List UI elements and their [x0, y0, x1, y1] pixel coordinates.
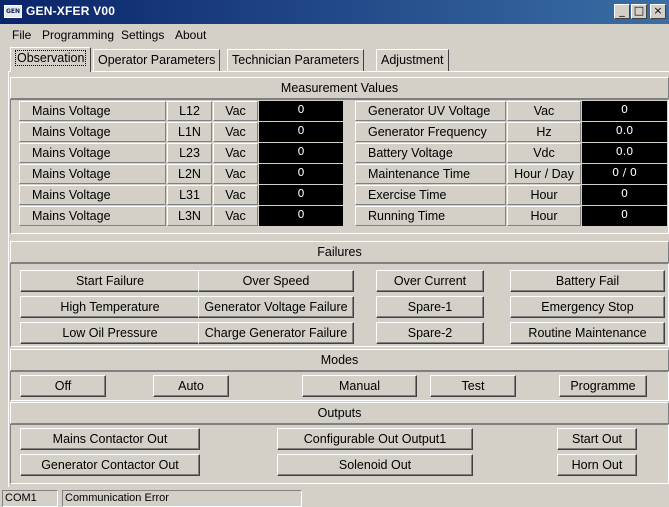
measurement-unit: Hz — [507, 122, 581, 142]
modes-section-title: Modes — [10, 349, 669, 371]
measurement-unit: Vac — [213, 206, 258, 226]
window-title: GEN-XFER V00 — [26, 4, 116, 18]
measurement-name: Generator UV Voltage — [355, 101, 506, 121]
mode-button[interactable]: Programme — [559, 375, 647, 397]
output-indicator: Generator Contactor Out — [20, 454, 200, 476]
tab-operator-parameters-label: Operator Parameters — [98, 53, 216, 67]
tab-adjustment[interactable]: Adjustment — [376, 49, 449, 71]
measurement-name: Maintenance Time — [355, 164, 506, 184]
outputs-section-title: Outputs — [10, 402, 669, 424]
tab-operator-parameters[interactable]: Operator Parameters — [93, 49, 221, 71]
failure-indicator: Battery Fail — [510, 270, 665, 292]
measurement-name: Mains Voltage — [19, 185, 166, 205]
measurement-unit: Vac — [213, 164, 258, 184]
measurement-value: 0 — [582, 206, 667, 226]
mode-button[interactable]: Auto — [153, 375, 229, 397]
menu-programming[interactable]: Programming — [42, 28, 114, 42]
measurement-unit: Vac — [213, 143, 258, 163]
status-message: Communication Error — [62, 490, 302, 507]
measurement-phase: L3N — [167, 206, 212, 226]
measurement-value: 0 — [259, 164, 343, 184]
measurement-value: 0.0 — [582, 122, 667, 142]
minimize-button[interactable]: _ — [614, 4, 630, 19]
menu-about[interactable]: About — [175, 28, 206, 42]
failure-indicator: Charge Generator Failure — [198, 322, 354, 344]
failure-indicator: Spare-2 — [376, 322, 484, 344]
failure-indicator: Generator Voltage Failure — [198, 296, 354, 318]
measurement-phase: L2N — [167, 164, 212, 184]
measurement-name: Mains Voltage — [19, 164, 166, 184]
measurement-unit: Hour / Day — [507, 164, 581, 184]
measurement-value: 0 — [259, 143, 343, 163]
measurement-value: 0.0 — [582, 143, 667, 163]
measurement-value: 0 — [259, 185, 343, 205]
measurement-name: Battery Voltage — [355, 143, 506, 163]
measurement-phase: L23 — [167, 143, 212, 163]
output-indicator: Mains Contactor Out — [20, 428, 200, 450]
measurement-value: 0 / 0 — [582, 164, 667, 184]
status-port: COM1 — [2, 490, 58, 507]
measurement-value: 0 — [582, 101, 667, 121]
output-indicator: Horn Out — [557, 454, 637, 476]
failure-indicator: Routine Maintenance — [510, 322, 665, 344]
measurement-name: Mains Voltage — [19, 206, 166, 226]
output-indicator: Start Out — [557, 428, 637, 450]
menu-file[interactable]: File — [12, 28, 31, 42]
failure-indicator: Emergency Stop — [510, 296, 665, 318]
measurement-name: Generator Frequency — [355, 122, 506, 142]
measurement-phase: L31 — [167, 185, 212, 205]
measurement-name: Mains Voltage — [19, 122, 166, 142]
measurement-phase: L1N — [167, 122, 212, 142]
app-icon: GEN — [4, 5, 22, 18]
failure-indicator: Over Current — [376, 270, 484, 292]
status-bar: COM1 Communication Error — [0, 489, 669, 507]
output-indicator: Configurable Out Output1 — [277, 428, 473, 450]
mode-button[interactable]: Test — [430, 375, 516, 397]
mode-button[interactable]: Manual — [302, 375, 417, 397]
tab-technician-parameters-label: Technician Parameters — [232, 53, 360, 67]
output-indicator: Solenoid Out — [277, 454, 473, 476]
tab-observation-label: Observation — [15, 50, 87, 66]
measurement-phase: L12 — [167, 101, 212, 121]
measurement-unit: Vac — [213, 101, 258, 121]
measurement-value: 0 — [259, 101, 343, 121]
failure-indicator: Spare-1 — [376, 296, 484, 318]
measurement-name: Mains Voltage — [19, 101, 166, 121]
measurement-value: 0 — [259, 206, 343, 226]
measurement-unit: Hour — [507, 185, 581, 205]
failure-indicator: High Temperature — [20, 296, 200, 318]
measurement-unit: Vac — [213, 185, 258, 205]
measurement-name: Running Time — [355, 206, 506, 226]
measurement-name: Mains Voltage — [19, 143, 166, 163]
failure-indicator: Low Oil Pressure — [20, 322, 200, 344]
failure-indicator: Start Failure — [20, 270, 200, 292]
failures-section-title: Failures — [10, 241, 669, 263]
measurement-value: 0 — [582, 185, 667, 205]
tab-observation[interactable]: Observation — [10, 47, 92, 72]
measurement-unit: Vdc — [507, 143, 581, 163]
measurement-unit: Vac — [507, 101, 581, 121]
menu-bar: File Programming Settings About — [0, 26, 669, 44]
close-button[interactable]: × — [650, 4, 666, 19]
measurement-unit: Hour — [507, 206, 581, 226]
title-bar: GEN GEN-XFER V00 _ □ × — [0, 0, 669, 24]
failure-indicator: Over Speed — [198, 270, 354, 292]
measurement-value: 0 — [259, 122, 343, 142]
measurement-section-title: Measurement Values — [10, 77, 669, 99]
tab-technician-parameters[interactable]: Technician Parameters — [227, 49, 365, 71]
mode-button[interactable]: Off — [20, 375, 106, 397]
tab-adjustment-label: Adjustment — [381, 53, 444, 67]
measurement-name: Exercise Time — [355, 185, 506, 205]
maximize-button[interactable]: □ — [631, 4, 647, 19]
menu-settings[interactable]: Settings — [121, 28, 164, 42]
measurement-unit: Vac — [213, 122, 258, 142]
